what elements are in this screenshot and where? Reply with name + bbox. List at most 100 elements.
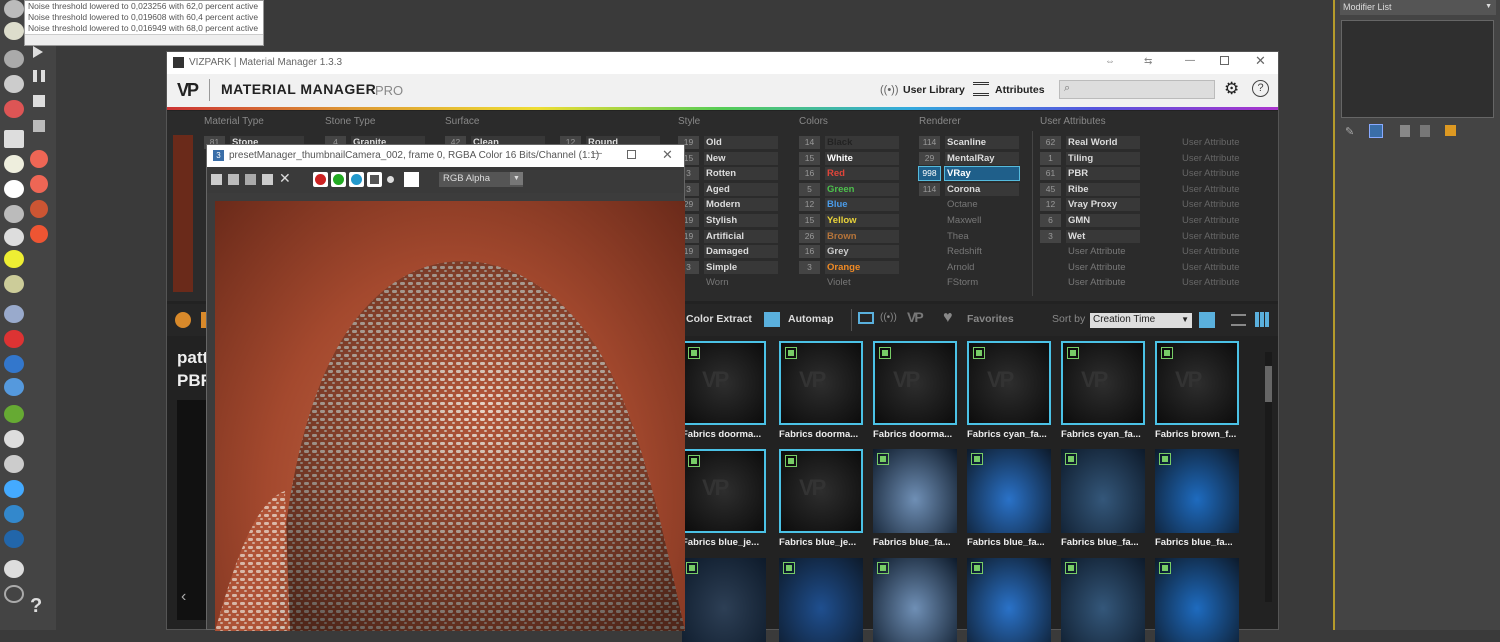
color-extract-button[interactable]: Color Extract [686, 313, 752, 325]
material-thumbnail[interactable] [1061, 558, 1145, 642]
select-checkbox[interactable] [971, 562, 983, 574]
material-thumbnail[interactable]: VP [779, 449, 863, 533]
scrollbar-thumb[interactable] [1265, 366, 1272, 402]
filter-item[interactable]: 12 Vray Proxy [1040, 198, 1140, 212]
user-attribute-slot[interactable]: User Attribute [1182, 183, 1240, 196]
play-icon[interactable] [33, 46, 43, 58]
filter-item[interactable]: Maxwell [919, 214, 1019, 227]
filter-item[interactable]: 16 Grey [799, 245, 899, 259]
vp-icon[interactable]: VP [907, 309, 924, 325]
swatch-white[interactable] [404, 172, 419, 187]
maximize-button[interactable] [627, 150, 636, 159]
trash-icon[interactable] [33, 120, 45, 132]
toolbar-icon[interactable] [4, 430, 24, 448]
help-icon[interactable] [4, 585, 24, 603]
user-attribute-slot[interactable]: User Attribute [1182, 230, 1240, 243]
select-checkbox[interactable] [877, 453, 889, 465]
user-library-button[interactable]: User Library [903, 84, 965, 96]
user-attribute-slot[interactable]: User Attribute [1182, 276, 1240, 289]
filter-item[interactable]: User Attribute [1040, 245, 1140, 258]
sphere-icon[interactable] [4, 180, 24, 198]
material-thumbnail[interactable] [967, 449, 1051, 533]
toolbar-icon[interactable] [4, 330, 24, 348]
filter-item[interactable]: 19 Stylish [678, 214, 778, 227]
select-checkbox[interactable] [785, 455, 797, 467]
save-icon[interactable] [211, 174, 222, 185]
minimize-button[interactable]: — [1185, 55, 1195, 66]
make-unique-icon[interactable] [1400, 125, 1410, 137]
filter-item[interactable]: 3 Orange [799, 260, 899, 274]
filter-item[interactable]: User Attribute [1040, 276, 1140, 289]
clone-icon[interactable] [245, 174, 256, 185]
pin-icon[interactable]: ✎ [1345, 125, 1354, 138]
material-thumbnail[interactable]: VP [682, 449, 766, 533]
material-thumbnail[interactable] [873, 558, 957, 642]
alpha-channel-toggle[interactable] [367, 172, 382, 187]
filter-item[interactable]: 12 Blue [799, 198, 899, 212]
fire-icon[interactable] [30, 175, 48, 193]
toolbar-icon[interactable] [4, 355, 24, 373]
filter-item[interactable]: 5 Green [799, 182, 899, 196]
dock-icon[interactable]: ⇔ [1105, 56, 1115, 67]
filter-item[interactable]: 19 Old [678, 136, 778, 149]
filter-item[interactable]: 1 Tiling [1040, 151, 1140, 165]
material-thumbnail[interactable] [1061, 449, 1145, 533]
select-checkbox[interactable] [785, 347, 797, 359]
filter-item[interactable]: 114 Scanline [919, 136, 1019, 149]
filter-item[interactable]: 3 Aged [678, 182, 778, 196]
sphere-icon[interactable] [4, 275, 24, 293]
select-checkbox[interactable] [879, 347, 891, 359]
filter-item[interactable]: 45 Ribe [1040, 182, 1140, 196]
filter-item[interactable]: 61 PBR [1040, 167, 1140, 181]
minimize-button[interactable]: — [592, 148, 602, 159]
material-thumbnail[interactable]: VP [967, 341, 1051, 425]
vertical-scrollbar[interactable] [1265, 352, 1272, 602]
filter-item[interactable]: 16 Red [799, 167, 899, 181]
toolbar-icon[interactable] [30, 200, 48, 218]
material-thumbnail[interactable]: VP [779, 341, 863, 425]
select-checkbox[interactable] [1159, 453, 1171, 465]
material-thumbnail[interactable] [682, 558, 766, 642]
toolbar-icon[interactable] [4, 100, 24, 118]
plant-icon[interactable] [4, 405, 24, 423]
user-attribute-slot[interactable]: User Attribute [1182, 261, 1240, 274]
select-checkbox[interactable] [688, 455, 700, 467]
filter-item[interactable]: 998 VRay [918, 166, 1020, 182]
cone-icon[interactable] [4, 228, 24, 246]
remove-modifier-icon[interactable] [1420, 125, 1430, 137]
filter-item[interactable]: 19 Damaged [678, 245, 778, 259]
list-view-icon[interactable] [1231, 314, 1246, 326]
pause-icon[interactable] [33, 70, 45, 82]
select-checkbox[interactable] [877, 562, 889, 574]
select-checkbox[interactable] [688, 347, 700, 359]
sphere-icon[interactable] [4, 155, 24, 173]
modifier-list-dropdown[interactable]: Modifier List ▼ [1340, 0, 1496, 15]
attributes-button[interactable]: Attributes [995, 84, 1045, 96]
select-checkbox[interactable] [973, 347, 985, 359]
print-icon[interactable] [262, 174, 273, 185]
select-checkbox[interactable] [783, 562, 795, 574]
monitor-icon[interactable] [858, 312, 874, 324]
sphere-icon[interactable] [4, 480, 24, 498]
filter-item[interactable]: 26 Brown [799, 229, 899, 243]
toolbar-icon[interactable] [4, 530, 24, 548]
toolbar-icon[interactable] [4, 505, 24, 523]
filter-item[interactable]: 6 GMN [1040, 214, 1140, 227]
filter-item[interactable]: 19 Artificial [678, 229, 778, 243]
filter-item[interactable]: Thea [919, 230, 1019, 243]
toolbar-icon[interactable] [4, 130, 24, 148]
configure-icon[interactable] [1445, 125, 1456, 136]
filter-item[interactable]: 3 Simple [678, 260, 778, 274]
user-attribute-slot[interactable]: User Attribute [1182, 167, 1240, 180]
channel-select[interactable]: RGB Alpha ▼ [439, 172, 523, 187]
select-checkbox[interactable] [1065, 562, 1077, 574]
restore-icon[interactable]: ⇆ [1144, 56, 1152, 67]
search-input[interactable]: ⌕ [1059, 80, 1215, 99]
filter-item[interactable]: 15 White [799, 151, 899, 165]
broadcast-icon[interactable]: ((•)) [880, 312, 897, 323]
fire-icon[interactable] [30, 150, 48, 168]
filter-item[interactable]: 15 Yellow [799, 214, 899, 227]
user-attribute-slot[interactable]: User Attribute [1182, 136, 1240, 149]
toolbar-icon[interactable] [4, 75, 24, 93]
material-thumbnail[interactable]: VP [873, 341, 957, 425]
